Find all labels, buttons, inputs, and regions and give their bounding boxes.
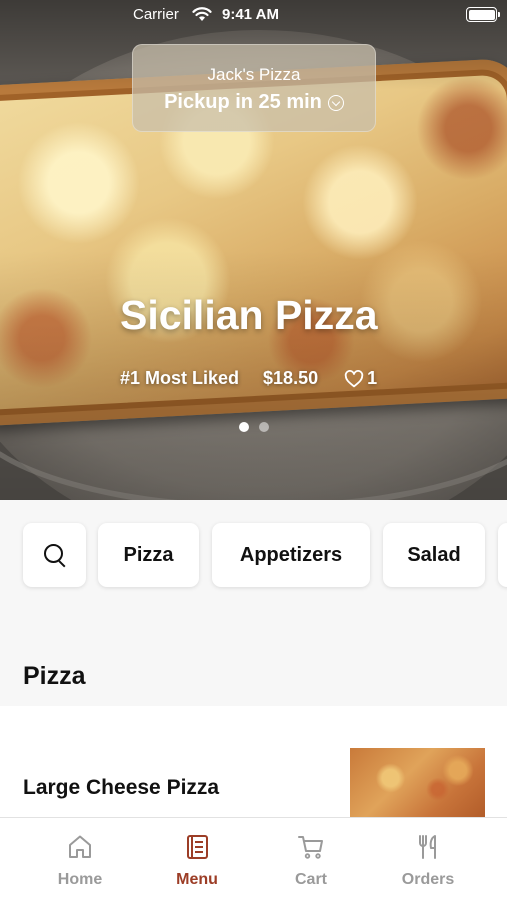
heart-icon[interactable] bbox=[344, 369, 364, 388]
tab-menu-label: Menu bbox=[176, 871, 218, 888]
hero-meta: #1 Most Liked $18.50 1 bbox=[120, 368, 377, 389]
category-chip-more[interactable] bbox=[498, 523, 507, 587]
tab-orders[interactable]: Orders bbox=[370, 818, 486, 900]
tab-cart-label: Cart bbox=[294, 871, 327, 888]
menu-item-name: Large Cheese Pizza bbox=[23, 776, 220, 799]
hero-tag: #1 Most Liked bbox=[120, 368, 240, 388]
category-chip-pizza[interactable]: Pizza bbox=[98, 523, 199, 587]
tab-menu[interactable]: Menu bbox=[139, 818, 255, 900]
status-bar: Carrier 9:41 AM bbox=[0, 0, 507, 30]
category-chip-appetizers[interactable]: Appetizers bbox=[212, 523, 370, 587]
carousel-dot[interactable] bbox=[258, 422, 269, 432]
menu-item-image bbox=[350, 748, 485, 823]
battery-icon bbox=[466, 7, 500, 22]
store-name: Jack's Pizza bbox=[207, 65, 301, 84]
fork-knife-icon bbox=[419, 835, 436, 859]
category-chips[interactable]: Pizza Appetizers Salad bbox=[0, 500, 507, 620]
carousel-dot-active[interactable] bbox=[238, 422, 249, 432]
wifi-icon bbox=[192, 7, 212, 21]
hero-title: Sicilian Pizza bbox=[120, 292, 378, 338]
category-chip-salad[interactable]: Salad bbox=[383, 523, 485, 587]
tab-orders-label: Orders bbox=[401, 871, 455, 888]
status-carrier: Carrier bbox=[133, 6, 179, 23]
menu-book-icon bbox=[187, 835, 208, 859]
home-icon bbox=[69, 835, 91, 858]
cart-icon bbox=[298, 836, 323, 859]
store-pickup-selector[interactable]: Jack's Pizza Pickup in 25 min bbox=[132, 44, 376, 132]
carousel-dots bbox=[0, 422, 507, 432]
section-title: Pizza bbox=[23, 662, 86, 690]
hero-banner[interactable]: Carrier 9:41 AM Jack's Pizza Pickup in 2… bbox=[0, 0, 507, 500]
status-time: 9:41 AM bbox=[222, 6, 279, 23]
tab-home[interactable]: Home bbox=[22, 818, 138, 900]
pickup-time-row: Pickup in 25 min bbox=[133, 91, 375, 114]
search-button[interactable] bbox=[23, 523, 86, 587]
chevron-down-circle-icon bbox=[327, 94, 344, 111]
tab-cart[interactable]: Cart bbox=[253, 818, 369, 900]
pickup-time-label: Pickup in 25 min bbox=[164, 91, 322, 113]
tab-home-label: Home bbox=[57, 871, 103, 888]
hero-like-count: 1 bbox=[367, 368, 378, 388]
hero-price: $18.50 bbox=[263, 368, 319, 388]
tab-bar: Home Menu Cart Orders bbox=[0, 817, 507, 900]
search-icon bbox=[42, 542, 68, 568]
